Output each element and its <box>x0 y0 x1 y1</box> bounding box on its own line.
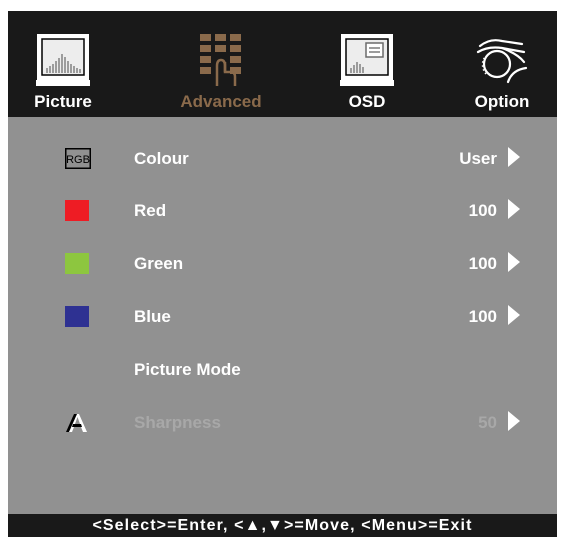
menu-item-label: Sharpness <box>134 413 221 432</box>
menu-item-value: 100 <box>468 307 497 326</box>
menu-item-value: 100 <box>468 254 497 273</box>
menu-item-label: Colour <box>134 149 189 168</box>
key-hint-bar: <Select>=Enter, <▲,▼>=Move, <Menu>=Exit <box>8 514 557 537</box>
option-icon <box>476 39 528 84</box>
tab-option-label: Option <box>474 92 530 111</box>
arrow-right-icon <box>508 199 520 219</box>
rgb-icon-text: RGB <box>66 154 90 166</box>
menu-item-blue[interactable]: Blue 100 <box>8 296 557 336</box>
menu-item-sharpness: Sharpness 50 <box>8 402 557 442</box>
menu-item-value: 100 <box>468 201 497 220</box>
blue-swatch-icon <box>65 306 89 327</box>
tab-advanced[interactable]: Advanced <box>166 11 276 117</box>
menu-item-picture-mode[interactable]: Picture Mode <box>8 349 557 389</box>
arrow-right-icon <box>508 411 520 431</box>
menu-item-value: 50 <box>478 413 497 432</box>
sharpness-icon <box>66 414 87 432</box>
osd-menu: Picture Advanced OSD Option RGB Colour U… <box>8 11 557 537</box>
tab-option[interactable]: Option <box>447 11 557 117</box>
menu-item-colour[interactable]: RGB Colour User <box>8 138 557 178</box>
tab-picture[interactable]: Picture <box>8 11 118 117</box>
arrow-right-icon <box>508 305 520 325</box>
menu-item-label: Red <box>134 201 167 220</box>
menu-item-label: Green <box>134 254 184 273</box>
menu-item-value: User <box>459 149 497 168</box>
advanced-icon <box>200 34 241 86</box>
green-swatch-icon <box>65 253 89 274</box>
tab-advanced-label: Advanced <box>180 92 262 111</box>
tab-picture-label: Picture <box>34 92 92 111</box>
tab-osd[interactable]: OSD <box>312 11 422 117</box>
menu-item-green[interactable]: Green 100 <box>8 243 557 283</box>
osd-icon <box>340 34 394 86</box>
picture-icon <box>36 34 90 86</box>
tab-osd-label: OSD <box>348 92 386 111</box>
arrow-right-icon <box>508 147 520 167</box>
arrow-right-icon <box>508 252 520 272</box>
tab-bar: Picture Advanced OSD Option <box>8 11 557 117</box>
menu-item-label: Blue <box>134 307 171 326</box>
menu-item-label: Picture Mode <box>134 360 241 379</box>
red-swatch-icon <box>65 200 89 221</box>
rgb-icon: RGB <box>65 148 91 169</box>
menu-item-red[interactable]: Red 100 <box>8 190 557 230</box>
